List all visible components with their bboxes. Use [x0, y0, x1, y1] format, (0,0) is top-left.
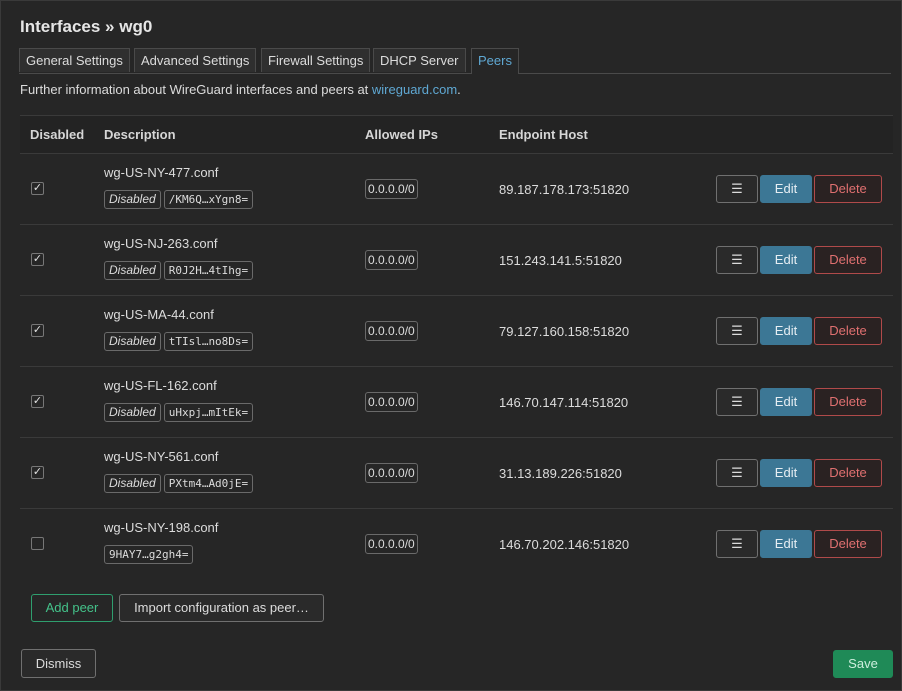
edit-button[interactable]: Edit — [760, 317, 812, 345]
edit-button[interactable]: Edit — [760, 530, 812, 558]
endpoint-host: 79.127.160.158:51820 — [499, 324, 630, 339]
public-key-badge: uHxpj…mItEk= — [163, 403, 254, 422]
endpoint-host: 146.70.147.114:51820 — [499, 395, 629, 410]
delete-button[interactable]: Delete — [814, 317, 882, 345]
row-menu-button[interactable]: ☰ — [716, 388, 758, 416]
row-menu-button[interactable]: ☰ — [716, 175, 758, 203]
menu-icon: ☰ — [731, 252, 743, 267]
public-key-badge: 9HAY7…g2gh4= — [104, 545, 194, 564]
edit-button[interactable]: Edit — [760, 459, 812, 487]
allowed-ips-badge: 0.0.0.0/0 — [365, 392, 418, 412]
import-config-button[interactable]: Import configuration as peer… — [119, 594, 324, 622]
status-badge: Disabled — [104, 261, 161, 280]
header-disabled: Disabled — [30, 127, 85, 142]
modal-dialog: Interfaces » wg0 General Settings Advanc… — [0, 0, 902, 691]
peer-description: wg-US-NJ-263.conf — [104, 236, 218, 251]
header-allowed-ips: Allowed IPs — [365, 127, 438, 142]
status-badge: Disabled — [104, 474, 161, 493]
delete-button[interactable]: Delete — [814, 530, 882, 558]
peer-description: wg-US-MA-44.conf — [104, 307, 214, 322]
status-badge: Disabled — [104, 332, 161, 351]
table-row: ✓ wg-US-MA-44.conf Disabled tTIsl…no8Ds= … — [20, 296, 893, 367]
peer-description: wg-US-FL-162.conf — [104, 378, 217, 393]
disabled-checkbox[interactable]: ✓ — [31, 395, 44, 408]
allowed-ips-badge: 0.0.0.0/0 — [365, 463, 418, 483]
endpoint-host: 146.70.202.146:51820 — [499, 537, 630, 552]
menu-icon: ☰ — [731, 465, 743, 480]
status-badge: Disabled — [104, 190, 161, 209]
menu-icon: ☰ — [731, 323, 743, 338]
tab-advanced-settings[interactable]: Advanced Settings — [134, 48, 257, 72]
row-menu-button[interactable]: ☰ — [716, 317, 758, 345]
tab-peers[interactable]: Peers — [471, 48, 519, 74]
public-key-badge: tTIsl…no8Ds= — [163, 332, 254, 351]
table-row: ✓ wg-US-NJ-263.conf Disabled R0J2H…4tIhg=… — [20, 225, 893, 296]
peer-description: wg-US-NY-198.conf — [104, 520, 219, 535]
endpoint-host: 31.13.189.226:51820 — [499, 466, 622, 481]
info-text: Further information about WireGuard inte… — [20, 82, 461, 97]
disabled-checkbox[interactable]: ✓ — [31, 466, 44, 479]
add-peer-button[interactable]: Add peer — [31, 594, 113, 622]
header-description: Description — [104, 127, 176, 142]
tab-bar: General Settings Advanced Settings Firew… — [19, 48, 891, 74]
delete-button[interactable]: Delete — [814, 388, 882, 416]
table-header: Disabled Description Allowed IPs Endpoin… — [20, 115, 893, 154]
tab-general-settings[interactable]: General Settings — [19, 48, 130, 72]
tab-firewall-settings[interactable]: Firewall Settings — [261, 48, 371, 72]
peer-description: wg-US-NY-561.conf — [104, 449, 219, 464]
wireguard-link[interactable]: wireguard.com — [372, 82, 457, 97]
modal-title: Interfaces » wg0 — [20, 17, 153, 36]
status-badge: Disabled — [104, 403, 161, 422]
menu-icon: ☰ — [731, 181, 743, 196]
public-key-badge: R0J2H…4tIhg= — [163, 261, 254, 280]
disabled-checkbox[interactable]: ✓ — [31, 253, 44, 266]
delete-button[interactable]: Delete — [814, 175, 882, 203]
row-menu-button[interactable]: ☰ — [716, 530, 758, 558]
allowed-ips-badge: 0.0.0.0/0 — [365, 179, 418, 199]
allowed-ips-badge: 0.0.0.0/0 — [365, 321, 418, 341]
save-button[interactable]: Save — [833, 650, 893, 678]
public-key-badge: PXtm4…Ad0jE= — [163, 474, 254, 493]
menu-icon: ☰ — [731, 394, 743, 409]
edit-button[interactable]: Edit — [760, 246, 812, 274]
row-menu-button[interactable]: ☰ — [716, 246, 758, 274]
tab-dhcp-server[interactable]: DHCP Server — [373, 48, 466, 72]
disabled-checkbox[interactable] — [31, 537, 44, 550]
table-row: ✓ wg-US-FL-162.conf Disabled uHxpj…mItEk=… — [20, 367, 893, 438]
edit-button[interactable]: Edit — [760, 388, 812, 416]
disabled-checkbox[interactable]: ✓ — [31, 324, 44, 337]
peers-table: Disabled Description Allowed IPs Endpoin… — [20, 115, 893, 579]
delete-button[interactable]: Delete — [814, 459, 882, 487]
allowed-ips-badge: 0.0.0.0/0 — [365, 534, 418, 554]
edit-button[interactable]: Edit — [760, 175, 812, 203]
dismiss-button[interactable]: Dismiss — [21, 649, 96, 678]
delete-button[interactable]: Delete — [814, 246, 882, 274]
allowed-ips-badge: 0.0.0.0/0 — [365, 250, 418, 270]
endpoint-host: 89.187.178.173:51820 — [499, 182, 630, 197]
public-key-badge: /KM6Q…xYgn8= — [163, 190, 254, 209]
table-row: ✓ wg-US-NY-477.conf Disabled/KM6Q…xYgn8=… — [20, 154, 893, 225]
row-menu-button[interactable]: ☰ — [716, 459, 758, 487]
disabled-checkbox[interactable]: ✓ — [31, 182, 44, 195]
table-row: wg-US-NY-198.conf 9HAY7…g2gh4= 0.0.0.0/0… — [20, 509, 893, 579]
table-row: ✓ wg-US-NY-561.conf Disabled PXtm4…Ad0jE=… — [20, 438, 893, 509]
peer-description: wg-US-NY-477.conf — [104, 165, 219, 180]
header-endpoint-host: Endpoint Host — [499, 127, 588, 142]
endpoint-host: 151.243.141.5:51820 — [499, 253, 622, 268]
menu-icon: ☰ — [731, 536, 743, 551]
